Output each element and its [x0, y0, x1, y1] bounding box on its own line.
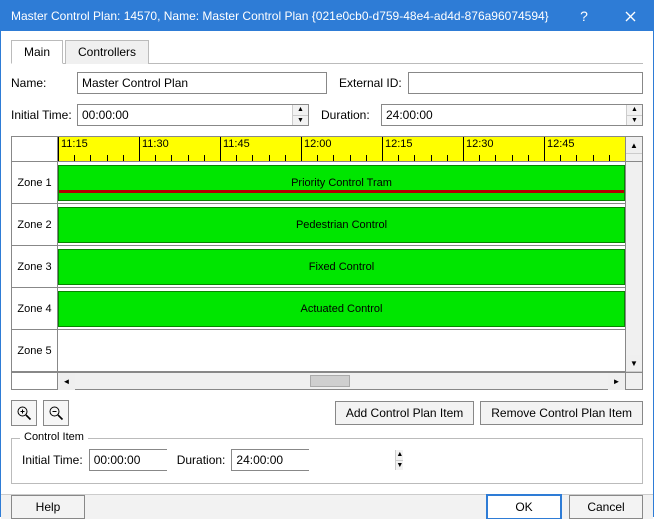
help-titlebar-button[interactable]: ? [561, 1, 607, 31]
vertical-scrollbar[interactable]: ▲ [625, 137, 642, 161]
tab-controllers[interactable]: Controllers [65, 40, 149, 64]
ruler-tick-label: 12:00 [304, 138, 332, 150]
ci-duration-label: Duration: [177, 453, 226, 467]
spin-down-icon[interactable]: ▼ [627, 116, 642, 126]
zone-row[interactable]: Actuated Control [58, 288, 625, 330]
tab-main[interactable]: Main [11, 40, 63, 64]
spin-down-icon[interactable]: ▼ [396, 461, 403, 471]
hscroll-thumb[interactable] [310, 375, 350, 387]
horizontal-scrollbar[interactable]: ◄ ► [58, 372, 625, 389]
ci-initial-time-input[interactable] [90, 450, 253, 470]
ruler-tick: 11:15 [58, 137, 59, 161]
zone-label: Zone 5 [12, 330, 57, 372]
help-button[interactable]: Help [11, 495, 85, 519]
control-plan-bar[interactable]: Fixed Control [58, 249, 625, 285]
external-id-label: External ID: [339, 76, 402, 90]
add-control-plan-item-button[interactable]: Add Control Plan Item [335, 401, 474, 425]
cancel-button[interactable]: Cancel [569, 495, 643, 519]
duration-input[interactable] [382, 105, 626, 125]
zoom-out-button[interactable] [43, 400, 69, 426]
ci-duration-input[interactable] [232, 450, 395, 470]
bar-redline [59, 190, 624, 193]
ruler-tick: 11:30 [139, 137, 140, 161]
zone-label: Zone 1 [12, 162, 57, 204]
zone-row[interactable]: Pedestrian Control [58, 204, 625, 246]
control-plan-bar[interactable]: Actuated Control [58, 291, 625, 327]
zone-row[interactable]: Fixed Control [58, 246, 625, 288]
ruler-tick-label: 11:30 [142, 138, 169, 150]
ruler-tick-label: 11:45 [223, 138, 250, 150]
ruler-tick-label: 12:45 [547, 138, 575, 150]
zoom-in-button[interactable] [11, 400, 37, 426]
spin-down-icon[interactable]: ▼ [293, 116, 308, 126]
scroll-up-icon[interactable]: ▲ [626, 137, 642, 154]
timeline-corner [12, 372, 58, 389]
ok-button[interactable]: OK [487, 495, 561, 519]
spin-up-icon[interactable]: ▲ [627, 105, 642, 116]
external-id-input[interactable] [408, 72, 643, 94]
zone-label: Zone 4 [12, 288, 57, 330]
initial-time-input[interactable] [78, 105, 292, 125]
name-label: Name: [11, 76, 71, 90]
ruler-tick: 12:45 [544, 137, 545, 161]
control-plan-bar[interactable]: Pedestrian Control [58, 207, 625, 243]
remove-control-plan-item-button[interactable]: Remove Control Plan Item [480, 401, 643, 425]
name-input[interactable] [77, 72, 327, 94]
zone-row[interactable] [58, 330, 625, 372]
control-item-group: Control Item Initial Time: ▲▼ Duration: … [11, 438, 643, 484]
control-item-legend: Control Item [20, 431, 88, 443]
window-title: Master Control Plan: 14570, Name: Master… [11, 9, 561, 23]
scroll-right-icon[interactable]: ► [608, 373, 625, 390]
scroll-down-icon[interactable]: ▼ [626, 355, 642, 372]
ruler-tick: 12:15 [382, 137, 383, 161]
timeline-corner [12, 137, 58, 161]
vscroll-track[interactable] [626, 162, 642, 355]
control-plan-bar[interactable]: Priority Control Tram [58, 165, 625, 201]
ruler-tick-label: 11:15 [61, 138, 88, 150]
close-button[interactable] [607, 1, 653, 31]
timeline: 11:1511:3011:4512:0012:1512:3012:4513:00… [11, 136, 643, 390]
zone-label: Zone 2 [12, 204, 57, 246]
initial-time-label: Initial Time: [11, 108, 71, 122]
timeline-corner [625, 372, 642, 389]
spin-up-icon[interactable]: ▲ [293, 105, 308, 116]
scroll-left-icon[interactable]: ◄ [58, 373, 75, 390]
timeline-ruler[interactable]: 11:1511:3011:4512:0012:1512:3012:4513:00 [58, 137, 625, 161]
ruler-tick-label: 12:15 [385, 138, 413, 150]
zone-label: Zone 3 [12, 246, 57, 288]
ruler-tick-label: 12:30 [466, 138, 494, 150]
duration-label: Duration: [321, 108, 375, 122]
close-icon [625, 11, 636, 22]
ruler-tick: 11:45 [220, 137, 221, 161]
zone-row[interactable]: Priority Control Tram [58, 162, 625, 204]
ruler-tick: 12:30 [463, 137, 464, 161]
ruler-tick: 12:00 [301, 137, 302, 161]
magnifier-plus-icon [16, 405, 32, 421]
spin-up-icon[interactable]: ▲ [396, 450, 403, 461]
ci-initial-time-label: Initial Time: [22, 453, 83, 467]
magnifier-minus-icon [48, 405, 64, 421]
